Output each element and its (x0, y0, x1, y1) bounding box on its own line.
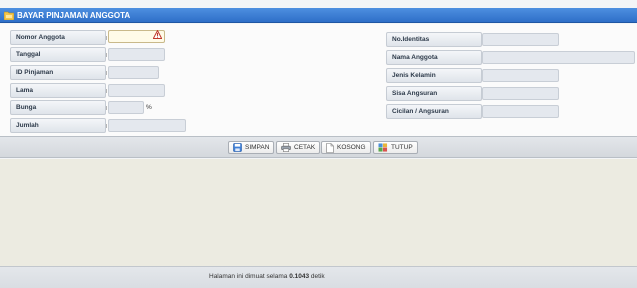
label-jenis-kelamin: Jenis Kelamin (386, 68, 482, 83)
blank-page-icon (326, 142, 334, 153)
window-title-bar: BAYAR PINJAMAN ANGGOTA (0, 8, 637, 23)
label-cicilan-angsuran: Cicilan / Angsuran (386, 104, 482, 119)
label-id-pinjaman: ID Pinjaman (10, 65, 106, 80)
label-no-identitas: No.Identitas (386, 32, 482, 47)
simpan-button[interactable]: SIMPAN (228, 141, 275, 154)
jenis-kelamin-input[interactable] (482, 69, 559, 82)
bunga-input[interactable] (108, 101, 144, 114)
folder-icon (4, 11, 14, 20)
jumlah-input[interactable] (108, 119, 186, 132)
cetak-button[interactable]: CETAK (276, 141, 321, 154)
label-bunga: Bunga (10, 100, 106, 115)
no-identitas-input[interactable] (482, 33, 559, 46)
save-icon (233, 143, 242, 152)
window-title: BAYAR PINJAMAN ANGGOTA (17, 10, 131, 20)
bunga-percent-suffix: % (146, 104, 152, 111)
tutup-button[interactable]: TUTUP (373, 141, 418, 154)
load-time-value: 0.1043 (289, 273, 310, 280)
content-area (0, 159, 637, 266)
label-sisa-angsuran: Sisa Angsuran (386, 86, 482, 101)
label-tanggal: Tanggal (10, 47, 106, 62)
kosong-button[interactable]: KOSONG (321, 141, 371, 154)
sisa-angsuran-input[interactable] (482, 87, 559, 100)
label-nama-anggota: Nama Anggota (386, 50, 482, 65)
label-lama: Lama (10, 83, 106, 98)
tanggal-input[interactable] (108, 48, 165, 61)
print-icon (281, 143, 291, 152)
label-jumlah: Jumlah (10, 118, 106, 133)
label-nomor-anggota: Nomor Anggota (10, 30, 106, 45)
toolbar: SIMPAN CETAK KOSONG TUTUP (0, 136, 637, 158)
close-door-icon (378, 143, 388, 152)
warning-icon (152, 29, 163, 41)
lama-input[interactable] (108, 84, 165, 97)
load-time-text: Halaman ini dimuat selama 0.1043 detik (209, 273, 325, 280)
nama-anggota-input[interactable] (482, 51, 635, 64)
cicilan-angsuran-input[interactable] (482, 105, 559, 118)
form-area: Nomor Anggota Tanggal ID Pinjaman Lama B… (0, 24, 637, 136)
id-pinjaman-input[interactable] (108, 66, 159, 79)
footer-bar: Halaman ini dimuat selama 0.1043 detik (0, 266, 637, 288)
